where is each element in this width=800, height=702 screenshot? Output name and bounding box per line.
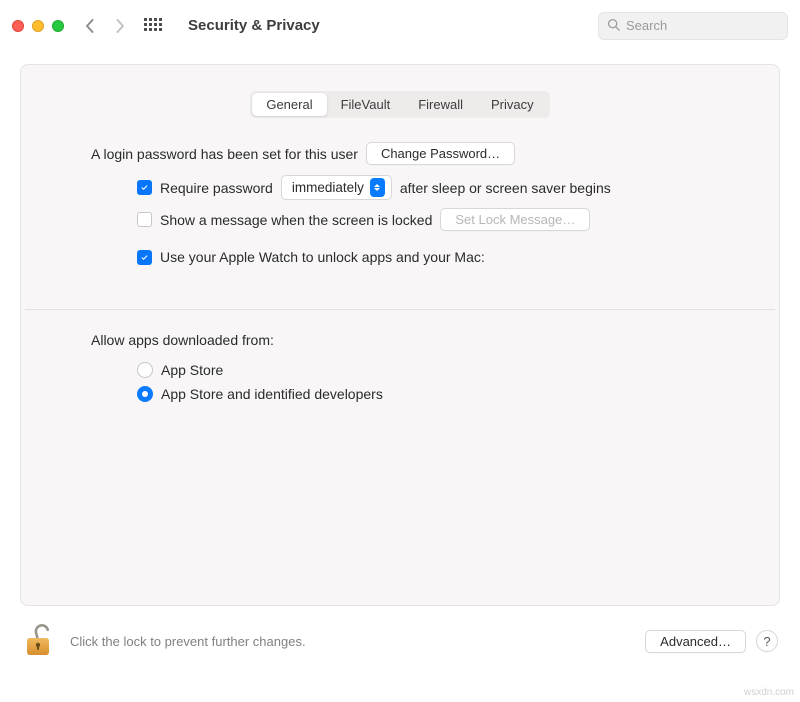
show-all-button[interactable] [144, 18, 160, 34]
unlocked-lock-icon [24, 623, 54, 659]
tab-filevault[interactable]: FileVault [327, 93, 405, 116]
tab-firewall[interactable]: Firewall [404, 93, 477, 116]
apple-watch-label: Use your Apple Watch to unlock apps and … [160, 249, 485, 265]
tab-privacy[interactable]: Privacy [477, 93, 548, 116]
require-password-delay-select[interactable]: immediately [281, 175, 392, 200]
search-icon [607, 18, 620, 34]
close-window-button[interactable] [12, 20, 24, 32]
forward-button[interactable] [114, 18, 126, 34]
show-message-label: Show a message when the screen is locked [160, 212, 432, 228]
search-input[interactable] [626, 18, 779, 33]
watermark: wsxdn.com [744, 687, 794, 698]
require-password-label: Require password [160, 180, 273, 196]
content-panel: General FileVault Firewall Privacy A log… [20, 64, 780, 606]
search-field[interactable] [598, 12, 788, 40]
grid-icon [144, 18, 160, 34]
footer: Click the lock to prevent further change… [0, 606, 800, 658]
require-password-checkbox[interactable] [137, 180, 152, 195]
set-lock-message-button[interactable]: Set Lock Message… [440, 208, 590, 231]
radio-identified-developers[interactable] [137, 386, 153, 402]
minimize-window-button[interactable] [32, 20, 44, 32]
lock-hint-text: Click the lock to prevent further change… [70, 634, 306, 649]
titlebar: Security & Privacy [0, 0, 800, 52]
window-title: Security & Privacy [188, 17, 320, 34]
section-divider [25, 309, 775, 310]
tab-group: General FileVault Firewall Privacy [250, 91, 549, 118]
password-set-text: A login password has been set for this u… [91, 146, 358, 162]
zoom-window-button[interactable] [52, 20, 64, 32]
window-controls [12, 20, 64, 32]
delay-value: immediately [292, 180, 364, 195]
back-button[interactable] [84, 18, 96, 34]
radio-identified-label: App Store and identified developers [161, 386, 383, 402]
tab-general[interactable]: General [252, 93, 326, 116]
change-password-button[interactable]: Change Password… [366, 142, 515, 165]
show-message-checkbox[interactable] [137, 212, 152, 227]
nav-controls [84, 18, 160, 34]
advanced-button[interactable]: Advanced… [645, 630, 746, 653]
after-sleep-text: after sleep or screen saver begins [400, 180, 611, 196]
help-button[interactable]: ? [756, 630, 778, 652]
radio-app-store-label: App Store [161, 362, 223, 378]
lock-button[interactable] [22, 624, 56, 658]
allow-apps-heading: Allow apps downloaded from: [91, 332, 274, 348]
stepper-icon [370, 178, 385, 197]
apple-watch-checkbox[interactable] [137, 250, 152, 265]
radio-app-store[interactable] [137, 362, 153, 378]
